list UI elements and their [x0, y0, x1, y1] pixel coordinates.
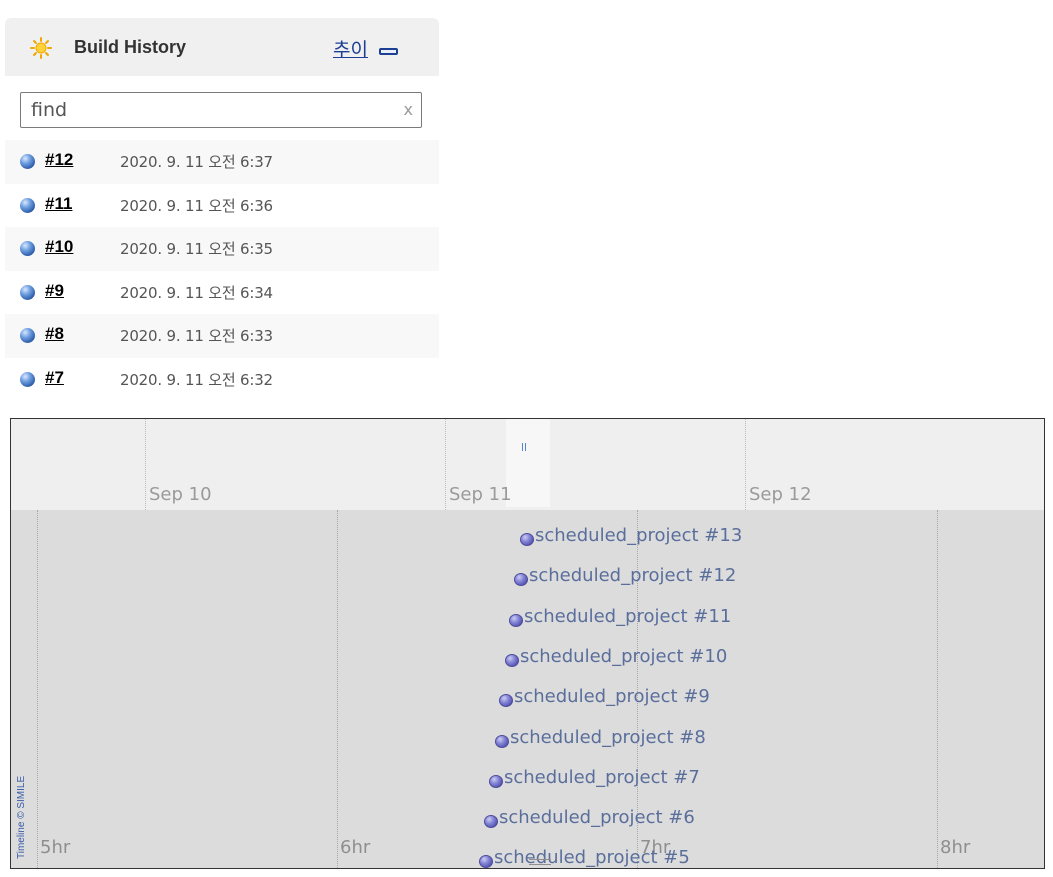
build-number-link[interactable]: #12	[45, 150, 73, 170]
timeline-day-label: Sep 10	[149, 484, 212, 505]
event-dot-icon	[520, 533, 534, 546]
build-search-box: x	[20, 92, 422, 128]
resize-handle-icon[interactable]	[529, 859, 551, 865]
blue-ball-icon[interactable]	[20, 328, 35, 343]
event-dot-icon	[505, 654, 519, 667]
build-row: #7 2020. 9. 11 오전 6:32	[5, 358, 439, 391]
build-time-link[interactable]: 2020. 9. 11 오전 6:32	[120, 369, 273, 390]
timeline-hour-divider	[337, 510, 338, 868]
timeline-highlight	[506, 419, 550, 507]
timeline-day-divider	[445, 419, 446, 510]
pause-icon	[522, 443, 526, 451]
event-dot-icon	[479, 855, 493, 868]
timeline-credit-text[interactable]: Timeline © SIMILE	[16, 776, 27, 859]
timeline-credit: Timeline © SIMILE	[15, 741, 29, 859]
build-list: #12 2020. 9. 11 오전 6:37 #11 2020. 9. 11 …	[5, 140, 439, 390]
timeline-event-label[interactable]: scheduled_project #12	[529, 565, 736, 586]
trend-link[interactable]: 추이	[333, 35, 368, 62]
timeline-day-band[interactable]: Sep 10 Sep 11 Sep 12	[11, 419, 1044, 510]
build-row: #10 2020. 9. 11 오전 6:35	[5, 227, 439, 271]
build-number-link[interactable]: #11	[45, 194, 72, 214]
timeline-hour-divider	[37, 510, 38, 868]
blue-ball-icon[interactable]	[20, 371, 35, 387]
sun-icon	[30, 37, 52, 59]
timeline-day-label: Sep 12	[749, 484, 812, 505]
build-history-title: Build History	[74, 37, 187, 57]
build-number-link[interactable]: #10	[45, 237, 73, 257]
build-time-link[interactable]: 2020. 9. 11 오전 6:33	[120, 325, 273, 346]
event-dot-icon	[509, 614, 523, 627]
build-time-link[interactable]: 2020. 9. 11 오전 6:37	[120, 151, 273, 172]
build-row: #11 2020. 9. 11 오전 6:36	[5, 184, 439, 228]
build-row: #8 2020. 9. 11 오전 6:33	[5, 314, 439, 358]
build-number-link[interactable]: #9	[45, 281, 64, 301]
build-search-bar: x	[5, 76, 439, 140]
timeline-day-label: Sep 11	[449, 484, 512, 505]
timeline-event-label[interactable]: scheduled_project #10	[520, 646, 727, 667]
blue-ball-icon[interactable]	[20, 197, 35, 213]
timeline-day-divider	[145, 419, 146, 510]
clear-search-icon[interactable]: x	[404, 100, 413, 119]
timeline-hour-label: 8hr	[940, 837, 971, 858]
build-time-link[interactable]: 2020. 9. 11 오전 6:35	[120, 238, 273, 259]
build-time-link[interactable]: 2020. 9. 11 오전 6:34	[120, 282, 273, 303]
build-row: #12 2020. 9. 11 오전 6:37	[5, 140, 439, 184]
timeline-hour-label: 6hr	[340, 837, 371, 858]
timeline-event-label[interactable]: scheduled_project #8	[510, 727, 706, 748]
timeline-event-label[interactable]: scheduled_project #6	[499, 807, 695, 828]
build-time-link[interactable]: 2020. 9. 11 오전 6:36	[120, 195, 273, 216]
minus-icon[interactable]	[379, 48, 398, 55]
blue-ball-icon[interactable]	[20, 154, 35, 169]
build-history-header: Build History 추이	[5, 18, 439, 76]
blue-ball-icon[interactable]	[20, 241, 35, 256]
timeline-event-label[interactable]: scheduled_project #11	[524, 606, 731, 627]
timeline-event-label[interactable]: scheduled_project #13	[535, 525, 742, 546]
blue-ball-icon[interactable]	[20, 284, 35, 300]
event-dot-icon	[495, 735, 509, 748]
timeline-event-label[interactable]: scheduled_project #9	[514, 686, 710, 707]
build-search-input[interactable]	[21, 93, 391, 127]
build-row: #9 2020. 9. 11 오전 6:34	[5, 271, 439, 315]
timeline-event-label[interactable]: scheduled_project #7	[504, 767, 700, 788]
event-dot-icon	[489, 775, 503, 788]
event-dot-icon	[499, 694, 513, 707]
build-number-link[interactable]: #8	[45, 324, 64, 344]
event-dot-icon	[484, 815, 498, 828]
timeline-day-divider	[745, 419, 746, 510]
event-dot-icon	[514, 573, 528, 586]
build-history-panel: Build History 추이 x #12 2020. 9. 11 오전 6:…	[5, 18, 439, 390]
timeline-hour-label: 5hr	[40, 837, 71, 858]
timeline-event-label[interactable]: scheduled_project #5	[494, 847, 690, 868]
timeline-widget[interactable]: Sep 10 Sep 11 Sep 12 5hr 6hr 7hr 8hr sch…	[10, 418, 1045, 869]
timeline-hour-divider	[937, 510, 938, 868]
build-number-link[interactable]: #7	[45, 368, 64, 388]
